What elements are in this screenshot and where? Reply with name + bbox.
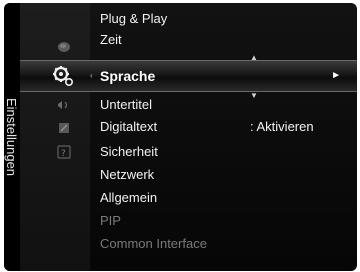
digitaltext-value: : Aktivieren xyxy=(250,119,314,134)
category-icon-column: ? xyxy=(20,3,90,271)
input-category-icon[interactable] xyxy=(56,121,72,135)
menu-item-label: Netzwerk xyxy=(100,167,155,182)
scroll-down-hint: ▼ xyxy=(250,91,258,100)
settings-menu-list: Plug & Play Zeit ▲ ▼ Untertitel Digitalt… xyxy=(90,3,357,271)
menu-item-label: Plug & Play xyxy=(100,11,168,26)
svg-text:?: ? xyxy=(61,149,66,159)
picture-category-icon[interactable] xyxy=(56,40,72,54)
selected-menu-item-sprache[interactable]: ‹ Sprache ► xyxy=(20,60,357,92)
menu-item-digitaltext[interactable]: Digitaltext : Aktivieren xyxy=(100,117,314,137)
selection-left-marker: ‹ xyxy=(90,71,93,80)
menu-item-plug-play[interactable]: Plug & Play xyxy=(100,9,167,29)
menu-item-untertitel[interactable]: Untertitel xyxy=(100,95,152,115)
menu-item-common-interface: Common Interface xyxy=(100,234,207,254)
menu-item-label: Common Interface xyxy=(100,236,207,251)
menu-item-pip: PIP xyxy=(100,211,121,231)
sound-category-icon[interactable] xyxy=(56,98,72,112)
menu-item-allgemein[interactable]: Allgemein xyxy=(100,188,157,208)
menu-item-label: Untertitel xyxy=(100,97,153,112)
menu-item-zeit[interactable]: Zeit xyxy=(100,30,122,50)
submenu-arrow-icon[interactable]: ► xyxy=(331,69,341,83)
side-title-strip: Einstellungen xyxy=(4,3,20,271)
menu-item-label: Sicherheit xyxy=(100,144,158,159)
support-category-icon[interactable]: ? xyxy=(56,145,72,159)
settings-osd-panel: Einstellungen ? Plug & Play Zeit ▲ ▼ Unt… xyxy=(4,3,357,271)
menu-item-netzwerk[interactable]: Netzwerk xyxy=(100,165,154,185)
menu-item-sicherheit[interactable]: Sicherheit xyxy=(100,142,158,162)
menu-item-label: Allgemein xyxy=(100,190,158,205)
settings-side-title: Einstellungen xyxy=(4,97,19,177)
menu-item-label: PIP xyxy=(100,213,121,228)
menu-item-label: Digitaltext xyxy=(100,119,158,134)
selected-item-label: Sprache xyxy=(100,68,156,84)
gears-settings-icon xyxy=(53,66,74,87)
menu-item-label: Zeit xyxy=(100,32,122,47)
